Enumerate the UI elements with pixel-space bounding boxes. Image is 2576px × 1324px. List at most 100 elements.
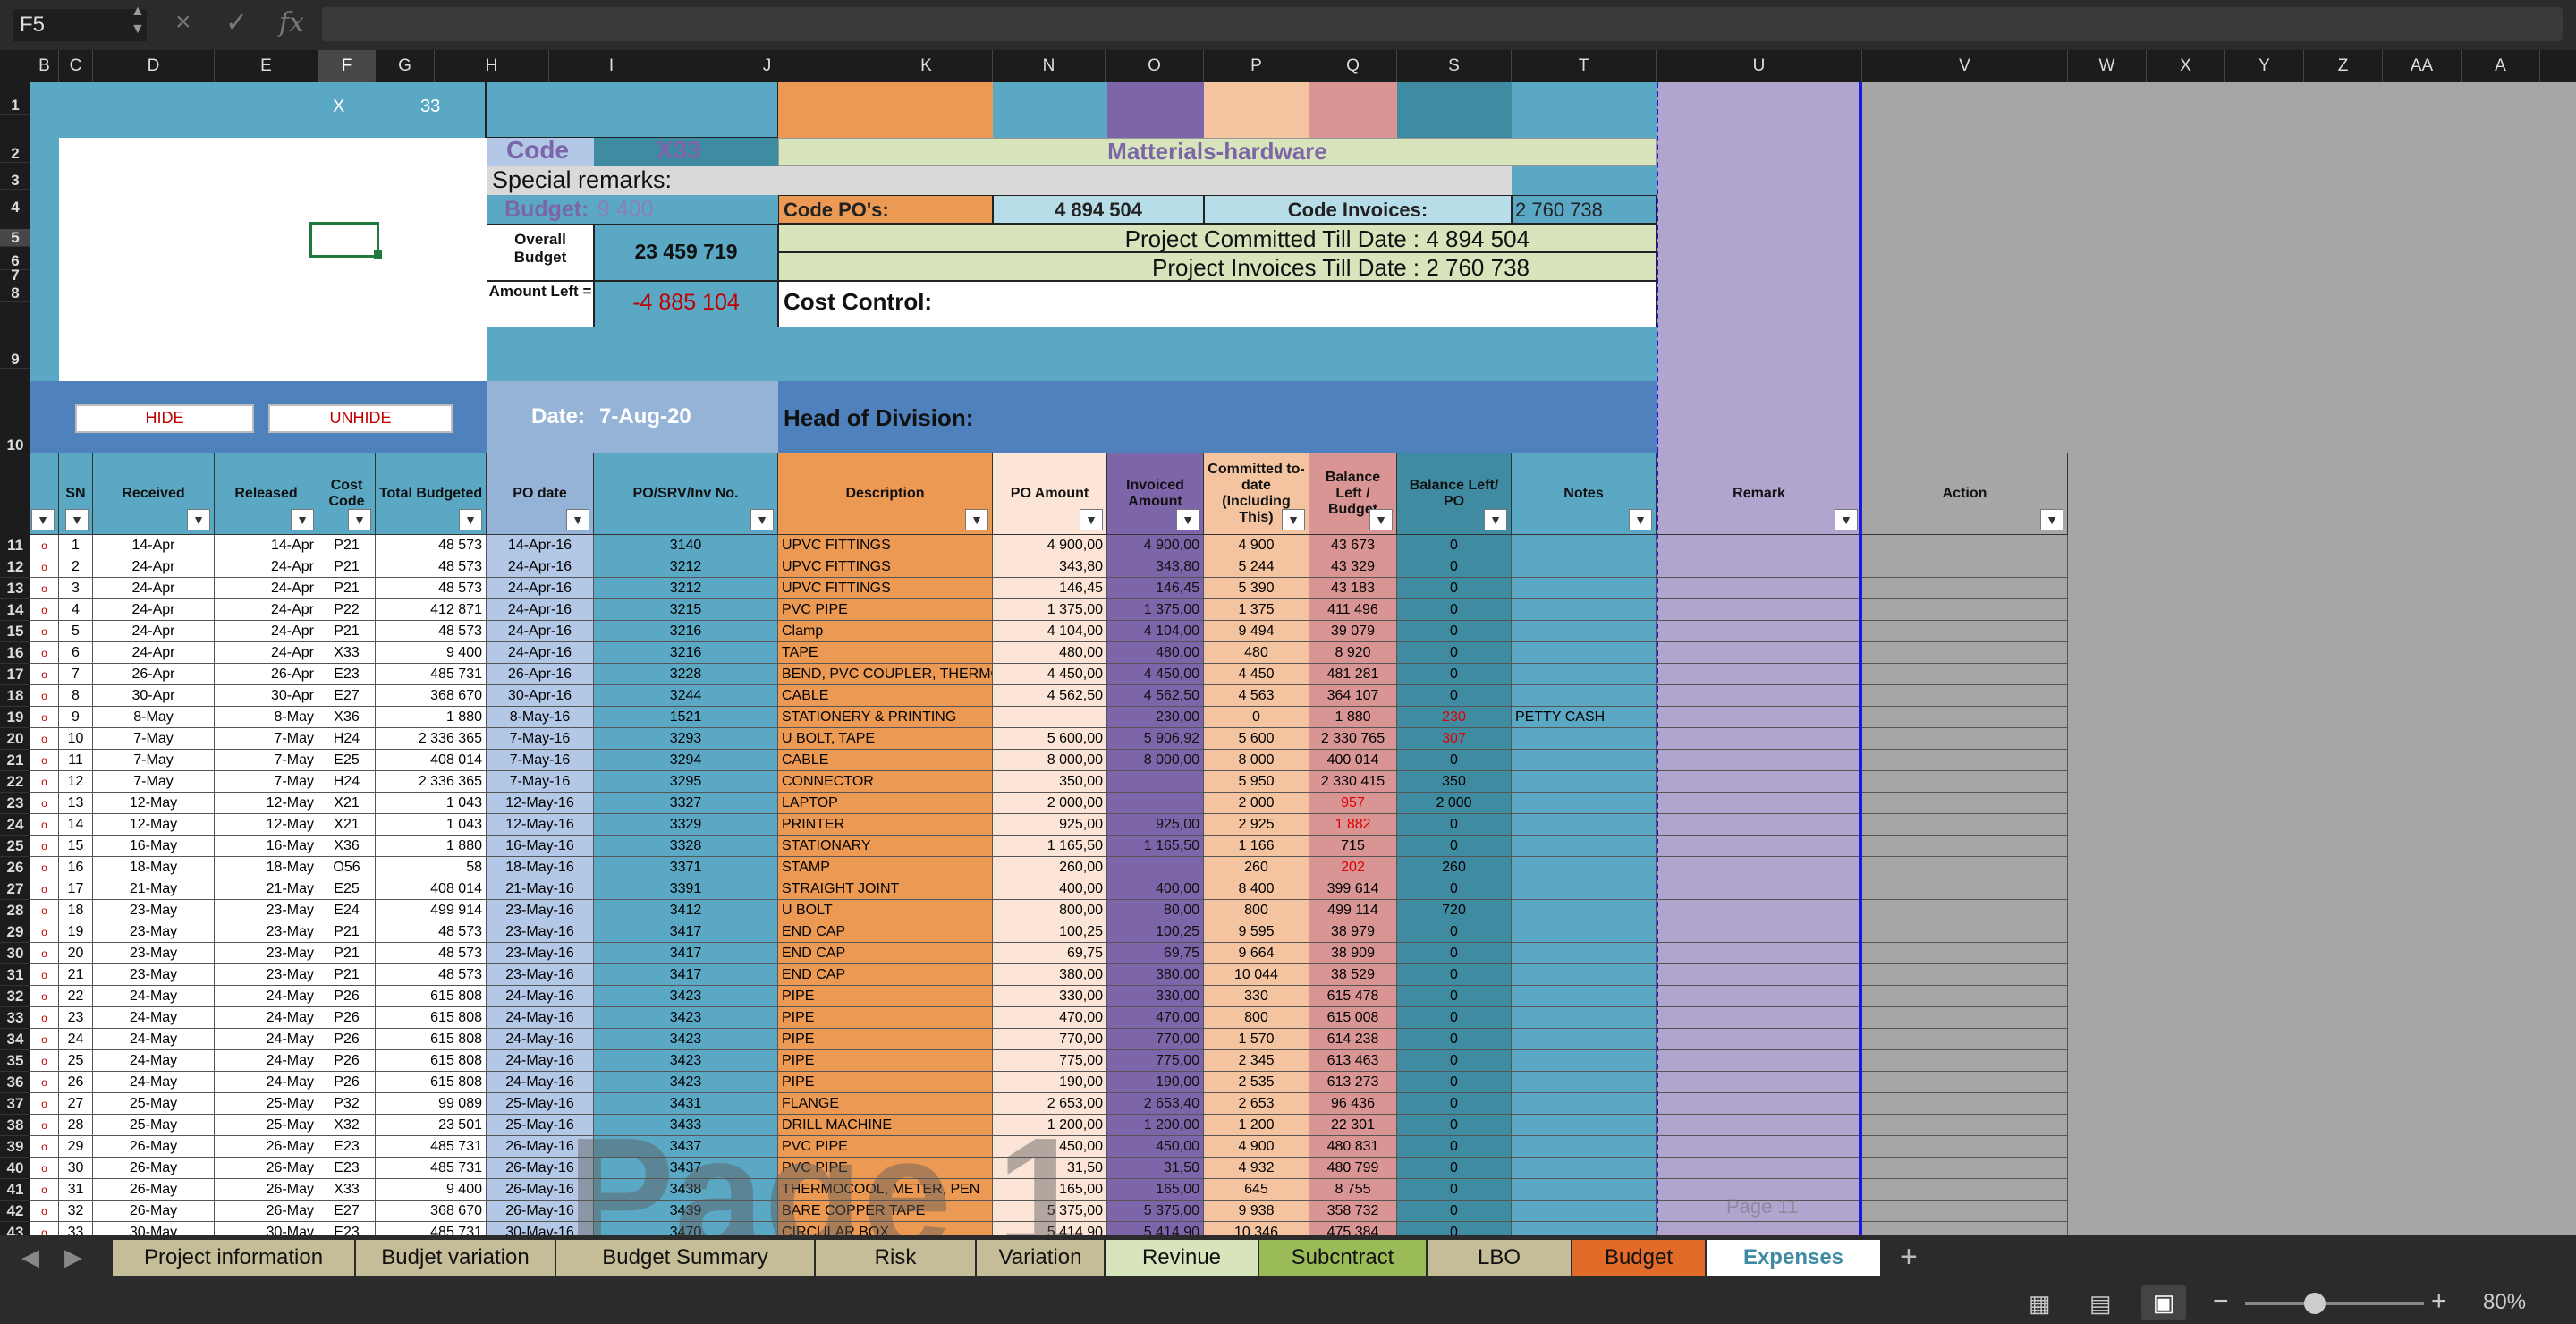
table-row[interactable]: o 17 21-May 21-May E25 408 014 21-May-16 3391 ST… [30, 878, 2098, 900]
table-cell[interactable]: 23-May [93, 900, 215, 921]
remark-cell[interactable] [1657, 642, 1862, 664]
table-cell[interactable]: 23-May [93, 921, 215, 943]
action-cell[interactable] [1862, 707, 2068, 728]
table-cell[interactable]: 26-May [215, 1158, 318, 1179]
table-cell[interactable]: 1 165,50 [993, 836, 1107, 857]
table-cell[interactable]: 330,00 [993, 986, 1107, 1007]
table-cell[interactable]: 13 [59, 793, 93, 814]
table-cell[interactable]: 26-May [215, 1201, 318, 1222]
action-cell[interactable] [1862, 1007, 2068, 1029]
remark-cell[interactable] [1657, 599, 1862, 621]
table-cell[interactable]: 23-May [215, 921, 318, 943]
table-cell[interactable]: 800 [1204, 1007, 1309, 1029]
table-row[interactable]: o 11 7-May 7-May E25 408 014 7-May-16 3294 CABLE… [30, 750, 2098, 771]
table-cell[interactable]: 3212 [594, 556, 778, 578]
table-cell[interactable] [1512, 1201, 1657, 1222]
column-header-U[interactable]: U [1657, 50, 1862, 82]
table-cell[interactable] [1512, 728, 1657, 750]
table-cell[interactable]: 5 244 [1204, 556, 1309, 578]
table-cell[interactable]: 48 573 [376, 556, 487, 578]
table-cell[interactable] [1512, 621, 1657, 642]
table-cell[interactable]: 0 [1397, 664, 1512, 685]
table-cell[interactable]: 48 573 [376, 964, 487, 986]
table-cell[interactable]: 43 183 [1309, 578, 1397, 599]
table-cell[interactable]: 0 [1204, 707, 1309, 728]
table-row[interactable]: o 2 24-Apr 24-Apr P21 48 573 24-Apr-16 3212 UPVC… [30, 556, 2098, 578]
row-header-8[interactable]: 8 [0, 284, 30, 302]
table-cell[interactable]: E27 [318, 685, 376, 707]
table-row[interactable]: o 20 23-May 23-May P21 48 573 23-May-16 3417 END… [30, 943, 2098, 964]
table-cell[interactable]: 24-Apr-16 [487, 599, 594, 621]
table-cell[interactable]: 39 079 [1309, 621, 1397, 642]
table-cell[interactable]: 3391 [594, 878, 778, 900]
table-cell[interactable]: 400,00 [1107, 878, 1204, 900]
table-cell[interactable]: 9 595 [1204, 921, 1309, 943]
table-cell[interactable]: 21-May [215, 878, 318, 900]
action-cell[interactable] [1862, 793, 2068, 814]
table-cell[interactable]: 30 [59, 1158, 93, 1179]
table-cell[interactable]: P26 [318, 1072, 376, 1093]
table-cell[interactable]: 27 [59, 1093, 93, 1115]
table-cell[interactable]: 23-May-16 [487, 921, 594, 943]
table-cell[interactable]: 3216 [594, 642, 778, 664]
remark-cell[interactable] [1657, 685, 1862, 707]
table-cell[interactable]: 146,45 [993, 578, 1107, 599]
table-cell[interactable]: 24-Apr [215, 556, 318, 578]
remark-cell[interactable] [1657, 1072, 1862, 1093]
table-cell[interactable]: 24-May-16 [487, 1029, 594, 1050]
table-cell[interactable]: 3329 [594, 814, 778, 836]
table-cell[interactable]: 8-May [215, 707, 318, 728]
table-cell[interactable] [1512, 793, 1657, 814]
remark-cell[interactable] [1657, 878, 1862, 900]
add-sheet-button[interactable]: + [1900, 1240, 1918, 1275]
table-cell[interactable]: 2 330 765 [1309, 728, 1397, 750]
table-cell[interactable]: 0 [1397, 1050, 1512, 1072]
table-cell[interactable]: 2 336 365 [376, 728, 487, 750]
table-cell[interactable]: 165,00 [1107, 1179, 1204, 1201]
table-cell[interactable]: 31,50 [1107, 1158, 1204, 1179]
table-cell[interactable]: 3423 [594, 1050, 778, 1072]
table-cell[interactable]: 7-May [215, 750, 318, 771]
normal-view-icon[interactable]: ▦ [2029, 1290, 2051, 1318]
table-cell[interactable]: 23 [59, 1007, 93, 1029]
table-cell[interactable]: 7-May [93, 728, 215, 750]
table-cell[interactable]: 17 [59, 878, 93, 900]
table-cell[interactable]: 957 [1309, 793, 1397, 814]
remark-cell[interactable] [1657, 857, 1862, 878]
table-cell[interactable]: 0 [1397, 535, 1512, 556]
table-cell[interactable]: 21-May [93, 878, 215, 900]
row-header-25[interactable]: 25 [0, 836, 30, 857]
filter-dropdown-icon[interactable]: ▼ [750, 509, 774, 530]
table-cell[interactable]: 925,00 [1107, 814, 1204, 836]
row-header-28[interactable]: 28 [0, 900, 30, 921]
sheet-tab-lbo[interactable]: LBO [1428, 1240, 1572, 1276]
table-cell[interactable]: 480,00 [993, 642, 1107, 664]
table-cell[interactable]: E23 [318, 1222, 376, 1235]
table-cell[interactable]: 350,00 [993, 771, 1107, 793]
column-header-I[interactable]: I [549, 50, 674, 82]
table-cell[interactable]: 480,00 [1107, 642, 1204, 664]
table-cell[interactable]: 24-Apr-16 [487, 556, 594, 578]
remark-cell[interactable] [1657, 1136, 1862, 1158]
table-cell[interactable]: 2 925 [1204, 814, 1309, 836]
column-header-O[interactable]: O [1106, 50, 1204, 82]
row-header-18[interactable]: 18 [0, 685, 30, 707]
table-cell[interactable]: 24-May [93, 1072, 215, 1093]
table-cell[interactable]: 800 [1204, 900, 1309, 921]
table-cell[interactable]: 1 165,50 [1107, 836, 1204, 857]
table-cell[interactable]: 0 [1397, 556, 1512, 578]
table-cell[interactable]: 24-Apr-16 [487, 578, 594, 599]
filter-dropdown-icon[interactable]: ▼ [291, 509, 314, 530]
row-header-36[interactable]: 36 [0, 1072, 30, 1093]
table-cell[interactable]: 26-May [215, 1136, 318, 1158]
column-header-Q[interactable]: Q [1309, 50, 1397, 82]
action-cell[interactable] [1862, 1179, 2068, 1201]
table-cell[interactable] [1512, 1222, 1657, 1235]
action-cell[interactable] [1862, 878, 2068, 900]
table-cell[interactable]: PVC PIPE [778, 599, 993, 621]
table-cell[interactable]: 613 463 [1309, 1050, 1397, 1072]
table-cell[interactable]: 18-May [93, 857, 215, 878]
table-cell[interactable] [1512, 878, 1657, 900]
row-header-31[interactable]: 31 [0, 964, 30, 986]
table-cell[interactable]: 0 [1397, 943, 1512, 964]
